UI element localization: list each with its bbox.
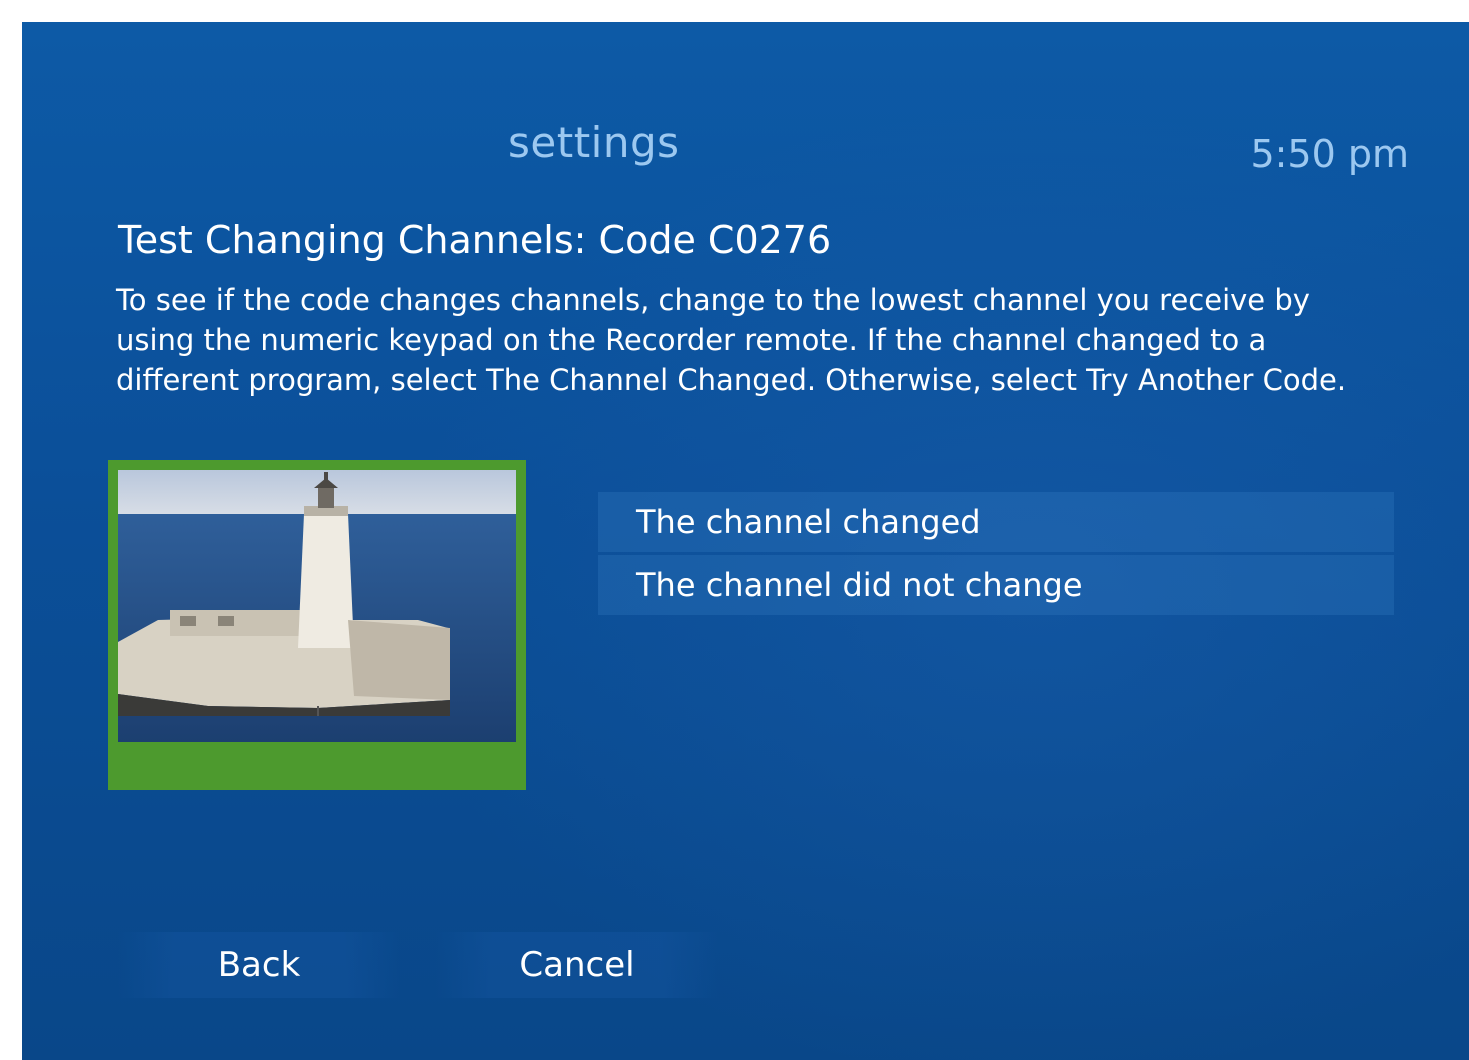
choice-list: The channel changed The channel did not … [598,492,1394,618]
option-channel-changed[interactable]: The channel changed [598,492,1394,552]
section-heading: Test Changing Channels: Code C0276 [118,218,832,262]
lighthouse-preview-image [118,470,516,742]
option-channel-not-changed[interactable]: The channel did not change [598,555,1394,615]
back-button[interactable]: Back [118,932,400,998]
tv-preview-frame [108,460,526,790]
cancel-button[interactable]: Cancel [436,932,718,998]
instructions-text: To see if the code changes channels, cha… [116,283,1347,397]
clock: 5:50 pm [1250,132,1409,176]
page-title: settings [508,118,680,167]
media-center-screen: settings 5:50 pm Test Changing Channels:… [22,22,1469,1060]
